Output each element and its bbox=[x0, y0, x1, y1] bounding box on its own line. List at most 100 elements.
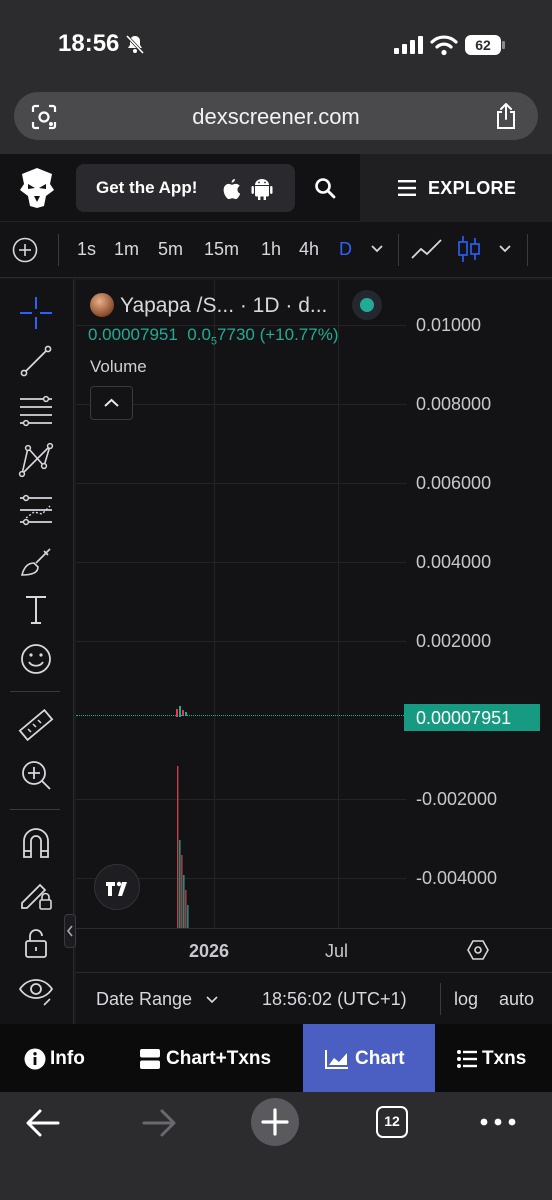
interval-d[interactable]: D bbox=[339, 239, 352, 260]
date-range-button[interactable]: Date Range bbox=[96, 989, 192, 1010]
interval-1s[interactable]: 1s bbox=[77, 239, 96, 260]
panel-collapse-handle[interactable] bbox=[64, 914, 76, 948]
list-icon bbox=[457, 1050, 477, 1068]
legend-change-prefix: 0.0 bbox=[187, 325, 211, 344]
tab-chart[interactable]: Chart bbox=[303, 1024, 435, 1092]
price-candles bbox=[176, 706, 187, 717]
plus-icon bbox=[261, 1108, 289, 1136]
chevron-down-icon[interactable] bbox=[498, 244, 512, 254]
add-symbol-icon[interactable] bbox=[12, 237, 38, 263]
eye-visibility-icon[interactable] bbox=[16, 971, 56, 1011]
tabs-button[interactable]: 12 bbox=[376, 1106, 408, 1138]
volume-legend: Volume bbox=[90, 357, 147, 376]
trend-line-icon[interactable] bbox=[16, 341, 56, 381]
new-tab-button[interactable] bbox=[251, 1098, 299, 1146]
back-arrow-icon[interactable] bbox=[26, 1108, 60, 1138]
candlestick-icon[interactable] bbox=[456, 234, 482, 264]
forward-arrow-icon[interactable] bbox=[142, 1108, 176, 1138]
interval-4h[interactable]: 4h bbox=[299, 239, 319, 260]
volume-bars bbox=[177, 766, 189, 928]
share-icon[interactable] bbox=[494, 102, 518, 130]
interval-15m[interactable]: 15m bbox=[204, 239, 239, 260]
magnet-icon[interactable] bbox=[16, 823, 56, 863]
chart-settings-icon[interactable] bbox=[467, 939, 489, 961]
y-axis-tick: -0.004000 bbox=[416, 868, 498, 888]
price-chart[interactable]: Yapapa /S... · 1D · d... 0.00007951 0.05… bbox=[76, 280, 552, 928]
legend-price: 0.00007951 bbox=[88, 325, 178, 344]
battery-tip bbox=[502, 41, 505, 49]
y-axis-tick: 0.006000 bbox=[416, 473, 492, 493]
tab-chart-label: Chart bbox=[355, 1048, 405, 1069]
text-tool-icon[interactable] bbox=[16, 589, 56, 629]
cellular-signal-icon bbox=[394, 36, 423, 54]
interval-1m[interactable]: 1m bbox=[114, 239, 139, 260]
tools-divider bbox=[10, 691, 60, 692]
chevron-up-icon bbox=[104, 398, 119, 407]
menu-icon bbox=[398, 180, 416, 196]
battery-indicator: 62 bbox=[465, 35, 501, 55]
fib-retracement-icon[interactable] bbox=[16, 391, 56, 431]
view-tabs: Info Chart+Txns Chart Txns bbox=[0, 1024, 552, 1092]
battery-level: 62 bbox=[475, 37, 491, 53]
tradingview-logo[interactable] bbox=[94, 864, 140, 910]
search-icon[interactable] bbox=[314, 177, 336, 199]
android-icon bbox=[251, 179, 273, 200]
clock-timezone[interactable]: 18:56:02 (UTC+1) bbox=[262, 989, 407, 1010]
legend-change: 7730 (+10.77%) bbox=[217, 325, 339, 344]
get-app-button[interactable]: Get the App! bbox=[76, 164, 295, 212]
more-options-icon[interactable] bbox=[480, 1118, 516, 1126]
symbol-legend[interactable]: Yapapa /S... · 1D · d... bbox=[120, 294, 327, 318]
zoom-in-icon[interactable] bbox=[16, 755, 56, 795]
emoji-icon[interactable] bbox=[16, 639, 56, 679]
url-field[interactable]: dexscreener.com bbox=[14, 92, 538, 140]
get-app-label: Get the App! bbox=[96, 178, 198, 197]
tools-divider bbox=[10, 809, 60, 810]
grid-line bbox=[338, 280, 339, 928]
date-range-bar: Date Range 18:56:02 (UTC+1) log auto bbox=[76, 972, 552, 1024]
explore-button[interactable]: EXPLORE bbox=[360, 154, 552, 222]
current-price-line bbox=[76, 715, 406, 716]
grid-line bbox=[76, 641, 406, 642]
site-header: Get the App! EXPLORE bbox=[0, 154, 552, 222]
y-axis-tick: 0.004000 bbox=[416, 552, 492, 572]
current-price-tag: 0.00007951 bbox=[404, 704, 540, 731]
tab-txns-label: Txns bbox=[482, 1048, 527, 1069]
toolbar-divider bbox=[527, 234, 528, 266]
tab-txns[interactable]: Txns bbox=[435, 1024, 552, 1092]
interval-5m[interactable]: 5m bbox=[158, 239, 183, 260]
time-axis[interactable]: 2026 Jul bbox=[76, 928, 552, 972]
chevron-down-icon[interactable] bbox=[206, 995, 218, 1005]
toolbar-divider bbox=[398, 234, 399, 266]
brush-icon[interactable] bbox=[16, 541, 56, 581]
crosshair-icon[interactable] bbox=[16, 293, 56, 333]
status-bar: 18:56 62 bbox=[0, 0, 552, 86]
chevron-left-icon bbox=[66, 925, 73, 937]
tradingview-icon bbox=[106, 881, 127, 896]
area-chart-icon bbox=[325, 1050, 348, 1069]
auto-scale-toggle[interactable]: auto bbox=[499, 989, 534, 1010]
forecast-tool-icon[interactable] bbox=[16, 490, 56, 530]
status-time: 18:56 bbox=[58, 30, 120, 57]
tab-chart-txns[interactable]: Chart+Txns bbox=[110, 1024, 303, 1092]
collapse-legend-button[interactable] bbox=[90, 386, 133, 420]
browser-address-bar: dexscreener.com bbox=[0, 86, 552, 154]
y-axis-tick: 0.01000 bbox=[416, 315, 482, 335]
y-axis-tick: 0.008000 bbox=[416, 394, 492, 414]
unlock-icon[interactable] bbox=[16, 923, 56, 963]
chevron-down-icon[interactable] bbox=[370, 244, 384, 254]
tab-info[interactable]: Info bbox=[0, 1024, 110, 1092]
lock-drawing-icon[interactable] bbox=[16, 873, 56, 913]
tab-count: 12 bbox=[384, 1113, 400, 1129]
pattern-tool-icon[interactable] bbox=[16, 440, 56, 480]
toolbar-divider bbox=[58, 234, 59, 266]
interval-1h[interactable]: 1h bbox=[261, 239, 281, 260]
line-chart-icon[interactable] bbox=[410, 236, 444, 262]
wifi-icon bbox=[430, 35, 458, 56]
drawing-tools-panel bbox=[0, 279, 74, 1024]
ruler-icon[interactable] bbox=[16, 705, 56, 745]
dexscreener-logo[interactable] bbox=[18, 166, 56, 210]
x-axis-tick: 2026 bbox=[189, 941, 230, 961]
log-scale-toggle[interactable]: log bbox=[454, 989, 478, 1010]
grid-line bbox=[76, 483, 406, 484]
grid-line bbox=[76, 562, 406, 563]
